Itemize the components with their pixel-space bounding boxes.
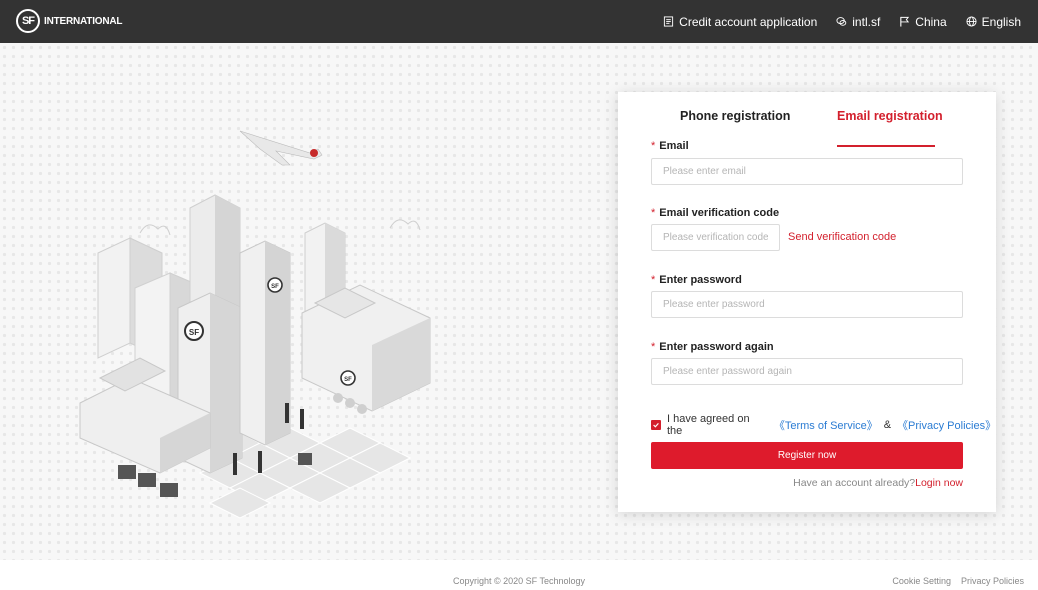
agree-text: I have agreed on the <box>667 413 750 437</box>
nav-intl-label: intl.sf <box>852 14 881 29</box>
tab-email-registration[interactable]: Email registration <box>837 109 943 123</box>
login-prompt: Have an account already?Login now <box>793 477 963 489</box>
required-mark: * <box>651 274 656 286</box>
password-again-label: * Enter password again <box>651 341 774 353</box>
airplane-graphic <box>239 130 323 166</box>
nav-country-label: China <box>915 14 947 29</box>
flag-icon <box>900 16 910 27</box>
nav-language-label: English <box>981 14 1021 29</box>
check-icon <box>653 422 659 428</box>
password-again-label-text: Enter password again <box>659 341 774 353</box>
password-input[interactable] <box>651 291 963 318</box>
svg-text:SF: SF <box>344 377 352 383</box>
required-mark: * <box>651 140 656 152</box>
have-account-text: Have an account already? <box>793 477 916 489</box>
code-label: * Email verification code <box>651 207 779 219</box>
register-card: Phone registration Email registration * E… <box>618 92 996 512</box>
sf-logo[interactable]: SF INTERNATIONAL <box>16 9 123 33</box>
privacy-policies-footer-link[interactable]: Privacy Policies <box>961 576 1024 586</box>
nav-credit-application[interactable]: Credit account application <box>663 15 817 29</box>
logo-text: INTERNATIONAL <box>44 15 123 27</box>
cookie-setting-link[interactable]: Cookie Setting <box>892 576 951 586</box>
nav-language[interactable]: English <box>966 15 1021 29</box>
send-verification-code-link[interactable]: Send verification code <box>788 231 896 243</box>
document-icon <box>664 16 674 27</box>
agreement-row: I have agreed on the 《Terms of Service》 … <box>651 413 996 437</box>
register-now-button[interactable]: Register now <box>651 442 963 469</box>
verification-code-input[interactable] <box>651 224 780 251</box>
required-mark: * <box>651 207 656 219</box>
ampersand: & <box>883 419 892 431</box>
city-illustration: SF SF SF <box>79 130 431 519</box>
privacy-policies-link[interactable]: 《Privacy Policies》 <box>897 417 996 433</box>
svg-text:SF: SF <box>189 328 199 337</box>
nav-intl-sf[interactable]: intl.sf <box>836 15 880 29</box>
register-tabs: Phone registration Email registration <box>618 109 996 147</box>
logo-badge: SF <box>16 9 40 33</box>
terms-of-service-link[interactable]: 《Terms of Service》 <box>774 417 878 433</box>
copyright-text: Copyright © 2020 SF Technology <box>453 576 586 586</box>
password-label-text: Enter password <box>659 274 742 286</box>
nav-country[interactable]: China <box>899 14 947 29</box>
password-again-input[interactable] <box>651 358 963 385</box>
agree-checkbox[interactable] <box>651 420 661 430</box>
required-mark: * <box>651 341 656 353</box>
wechat-icon <box>836 17 847 26</box>
top-nav: Credit account application intl.sf China… <box>663 0 1021 43</box>
login-now-link[interactable]: Login now <box>915 477 963 489</box>
footer-links: Cookie Setting Privacy Policies <box>892 576 1024 586</box>
svg-text:SF: SF <box>271 284 279 290</box>
email-label-text: Email <box>659 140 689 152</box>
email-label: * Email <box>651 140 689 152</box>
hero-background: SF SF SF Phone registration Email regist… <box>0 43 1038 560</box>
code-label-text: Email verification code <box>659 207 780 219</box>
tab-phone-registration[interactable]: Phone registration <box>680 109 790 123</box>
password-label: * Enter password <box>651 274 742 286</box>
active-tab-indicator <box>837 145 935 147</box>
top-bar: SF INTERNATIONAL Credit account applicat… <box>0 0 1038 43</box>
footer: Copyright © 2020 SF Technology Cookie Se… <box>0 560 1038 590</box>
email-input[interactable] <box>651 158 963 185</box>
globe-icon <box>966 16 977 27</box>
nav-credit-label: Credit account application <box>679 14 818 29</box>
